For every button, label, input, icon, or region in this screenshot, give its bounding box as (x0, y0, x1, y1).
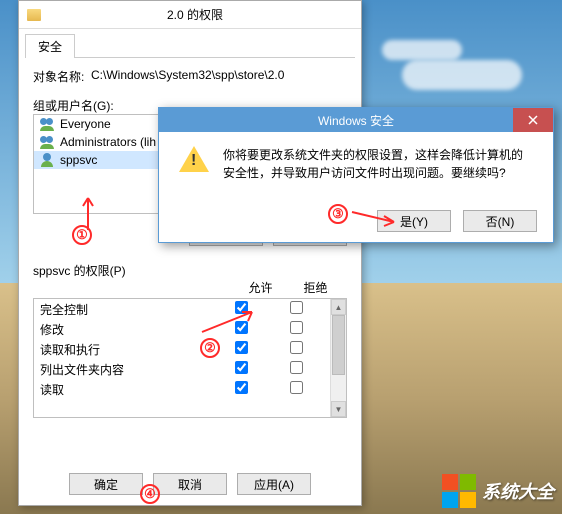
security-title: Windows 安全 (318, 112, 394, 129)
group-icon (40, 135, 54, 149)
scroll-up-icon[interactable]: ▲ (331, 299, 346, 315)
yes-button[interactable]: 是(Y) (377, 210, 451, 232)
watermark-text: 系统大全 (482, 478, 554, 504)
warning-icon (179, 146, 209, 176)
folder-icon (27, 9, 41, 21)
perm-name: 读取和执行 (40, 341, 214, 358)
perm-name: 完全控制 (40, 301, 214, 318)
list-item-label: Administrators (lih (60, 135, 156, 149)
dialog-title: 2.0 的权限 (49, 6, 361, 23)
perm-name: 读取 (40, 381, 214, 398)
table-row: 读取 (34, 379, 330, 399)
allow-checkbox[interactable] (235, 301, 248, 314)
cloud (382, 40, 462, 60)
allow-checkbox[interactable] (235, 321, 248, 334)
security-message: 你将要更改系统文件夹的权限设置，这样会降低计算机的安全性，并导致用户访问文件时出… (223, 146, 533, 182)
security-dialog: Windows 安全 你将要更改系统文件夹的权限设置，这样会降低计算机的安全性，… (158, 107, 554, 243)
table-row: 列出文件夹内容 (34, 359, 330, 379)
allow-header: 允许 (233, 279, 288, 296)
user-icon (40, 153, 54, 167)
group-icon (40, 117, 54, 131)
list-item-label: Everyone (60, 117, 111, 131)
apply-button[interactable]: 应用(A) (237, 473, 311, 495)
deny-header: 拒绝 (288, 279, 343, 296)
dialog-titlebar[interactable]: 2.0 的权限 (19, 1, 361, 29)
no-button[interactable]: 否(N) (463, 210, 537, 232)
permissions-label: sppsvc 的权限(P) (33, 262, 347, 279)
allow-checkbox[interactable] (235, 341, 248, 354)
perm-name: 修改 (40, 321, 214, 338)
object-name-label: 对象名称: (33, 68, 91, 85)
deny-checkbox[interactable] (290, 361, 303, 374)
cancel-button[interactable]: 取消 (153, 473, 227, 495)
permissions-table: 完全控制 修改 读取和执行 列出文件夹内 (33, 298, 347, 418)
tab-security[interactable]: 安全 (25, 34, 75, 58)
deny-checkbox[interactable] (290, 341, 303, 354)
permissions-dialog: 2.0 的权限 安全 对象名称: C:\Windows\System32\spp… (18, 0, 362, 506)
perm-name: 列出文件夹内容 (40, 361, 214, 378)
close-icon (528, 115, 538, 125)
close-button[interactable] (513, 108, 553, 132)
deny-checkbox[interactable] (290, 381, 303, 394)
windows-logo-icon (442, 474, 476, 508)
scrollbar[interactable]: ▲ ▼ (330, 299, 346, 417)
watermark-logo: 系统大全 (442, 474, 554, 508)
allow-checkbox[interactable] (235, 361, 248, 374)
table-row: 修改 (34, 319, 330, 339)
table-row: 完全控制 (34, 299, 330, 319)
tab-strip: 安全 (25, 33, 355, 58)
security-titlebar[interactable]: Windows 安全 (159, 108, 553, 132)
ok-button[interactable]: 确定 (69, 473, 143, 495)
cloud (402, 60, 522, 90)
table-row: 读取和执行 (34, 339, 330, 359)
object-name-value: C:\Windows\System32\spp\store\2.0 (91, 68, 284, 85)
list-item-label: sppsvc (60, 153, 97, 167)
deny-checkbox[interactable] (290, 321, 303, 334)
scroll-down-icon[interactable]: ▼ (331, 401, 346, 417)
scroll-thumb[interactable] (332, 315, 345, 375)
deny-checkbox[interactable] (290, 301, 303, 314)
allow-checkbox[interactable] (235, 381, 248, 394)
